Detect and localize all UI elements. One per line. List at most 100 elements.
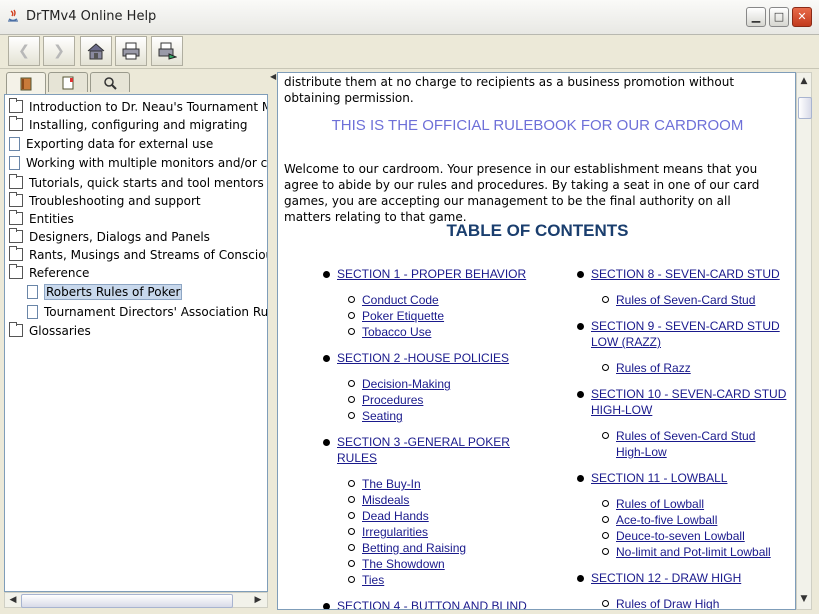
scroll-down-icon[interactable]: ▼ xyxy=(797,593,811,605)
tree-item[interactable]: Rants, Musings and Streams of Consciousn… xyxy=(9,246,267,263)
toc-subsection[interactable]: Ties xyxy=(348,572,384,588)
toc-section[interactable]: SECTION 9 - SEVEN-CARD STUD LOW (RAZZ) xyxy=(577,318,786,350)
toc-subsection[interactable]: Betting and Raising xyxy=(348,540,466,556)
tree-item[interactable]: Working with multiple monitors and/or co… xyxy=(9,154,267,171)
tab-search[interactable] xyxy=(90,72,130,92)
tree-item[interactable]: Installing, configuring and migrating xyxy=(9,116,248,133)
scroll-right-icon[interactable]: ▶ xyxy=(251,594,265,606)
toc-section[interactable]: SECTION 11 - LOWBALL xyxy=(577,470,727,486)
subsection-link[interactable]: Rules of Draw High xyxy=(616,597,719,609)
toc-subsection[interactable]: Misdeals xyxy=(348,492,409,508)
toc-subsection[interactable]: Rules of Seven-Card Stud xyxy=(602,292,755,308)
subsection-link[interactable]: Seating xyxy=(362,409,403,423)
toc-subsection[interactable]: The Buy-In xyxy=(348,476,421,492)
close-button[interactable]: ✕ xyxy=(792,7,812,27)
vertical-scrollbar[interactable]: ▲ ▼ xyxy=(796,72,812,610)
tree-item[interactable]: Entities xyxy=(9,210,74,227)
subsection-link[interactable]: Tobacco Use xyxy=(362,325,431,339)
section-link[interactable]: SECTION 1 - PROPER BEHAVIOR xyxy=(337,267,526,281)
tree-item[interactable]: Glossaries xyxy=(9,322,91,339)
subsection-link[interactable]: Conduct Code xyxy=(362,293,439,307)
scroll-left-icon[interactable]: ◀ xyxy=(6,594,20,606)
toc-subsection[interactable]: Rules of Draw High xyxy=(602,596,719,609)
section-link[interactable]: SECTION 12 - DRAW HIGH xyxy=(591,571,741,585)
toc-section[interactable]: SECTION 8 - SEVEN-CARD STUD xyxy=(577,266,780,282)
tree-item[interactable]: Reference xyxy=(9,264,89,281)
toc-subsection[interactable]: No-limit and Pot-limit Lowball xyxy=(602,544,771,560)
toc-subsection[interactable]: Irregularities xyxy=(348,524,428,540)
section-link[interactable]: SECTION 4 - BUTTON AND BLIND xyxy=(337,599,527,609)
section-link[interactable]: SECTION 3 -GENERAL POKER RULES xyxy=(337,435,510,465)
tree-item[interactable]: Exporting data for external use xyxy=(9,135,213,152)
maximize-button[interactable]: □ xyxy=(769,7,789,27)
toc-subsection[interactable]: Poker Etiquette xyxy=(348,308,444,324)
subsection-link[interactable]: The Buy-In xyxy=(362,477,421,491)
toc-section[interactable]: SECTION 12 - DRAW HIGH xyxy=(577,570,741,586)
subsection-link[interactable]: Ties xyxy=(362,573,384,587)
minimize-button[interactable]: ▁ xyxy=(746,7,766,27)
circle-bullet-icon xyxy=(348,380,355,387)
subsection-link[interactable]: Rules of Seven-Card Stud High-Low xyxy=(616,429,755,459)
toc-subsection[interactable]: Seating xyxy=(348,408,403,424)
folder-icon xyxy=(9,192,23,207)
section-link[interactable]: SECTION 10 - SEVEN-CARD STUD HIGH-LOW xyxy=(591,387,786,417)
tab-index[interactable] xyxy=(48,72,88,92)
section-link[interactable]: SECTION 9 - SEVEN-CARD STUD LOW (RAZZ) xyxy=(591,319,780,349)
tree-item[interactable]: Designers, Dialogs and Panels xyxy=(9,228,210,245)
forward-button[interactable]: ❯ xyxy=(43,36,75,66)
folder-icon xyxy=(9,174,23,189)
toc-subsection[interactable]: Decision-Making xyxy=(348,376,451,392)
tab-contents[interactable] xyxy=(6,72,46,94)
tree-item-label: Roberts Rules of Poker xyxy=(44,283,183,300)
bullet-icon xyxy=(577,575,584,582)
subsection-link[interactable]: Dead Hands xyxy=(362,509,429,523)
toc-subsection[interactable]: Ace-to-five Lowball xyxy=(602,512,717,528)
subsection-link[interactable]: No-limit and Pot-limit Lowball xyxy=(616,545,771,559)
toc-subsection[interactable]: The Showdown xyxy=(348,556,445,572)
scrollbar-thumb[interactable] xyxy=(21,594,233,608)
subsection-link[interactable]: Deuce-to-seven Lowball xyxy=(616,529,745,543)
toc-subsection[interactable]: Rules of Seven-Card Stud High-Low xyxy=(602,428,781,460)
scrollbar-thumb[interactable] xyxy=(798,97,812,119)
subsection-link[interactable]: Ace-to-five Lowball xyxy=(616,513,717,527)
toc-section[interactable]: SECTION 2 -HOUSE POLICIES xyxy=(323,350,509,366)
tree-item[interactable]: Tutorials, quick starts and tool mentors xyxy=(9,174,264,191)
section-link[interactable]: SECTION 2 -HOUSE POLICIES xyxy=(337,351,509,365)
toc-subsection[interactable]: Procedures xyxy=(348,392,423,408)
subsection-link[interactable]: Misdeals xyxy=(362,493,409,507)
subsection-link[interactable]: Betting and Raising xyxy=(362,541,466,555)
back-button[interactable]: ❮ xyxy=(8,36,40,66)
toc-subsection[interactable]: Dead Hands xyxy=(348,508,429,524)
subsection-link[interactable]: Decision-Making xyxy=(362,377,451,391)
toc-subsection[interactable]: Rules of Razz xyxy=(602,360,691,376)
toc-section[interactable]: SECTION 4 - BUTTON AND BLIND xyxy=(323,598,527,609)
toc-section[interactable]: SECTION 10 - SEVEN-CARD STUD HIGH-LOW xyxy=(577,386,791,418)
subsection-link[interactable]: Rules of Seven-Card Stud xyxy=(616,293,755,307)
subsection-link[interactable]: Irregularities xyxy=(362,525,428,539)
pane-splitter[interactable]: ◀ xyxy=(268,72,277,608)
collapse-left-icon[interactable]: ◀ xyxy=(270,72,276,81)
toc-subsection[interactable]: Rules of Lowball xyxy=(602,496,704,512)
subsection-link[interactable]: Rules of Lowball xyxy=(616,497,704,511)
toc-section[interactable]: SECTION 3 -GENERAL POKER RULES xyxy=(323,434,517,466)
page-setup-button[interactable] xyxy=(151,36,183,66)
tree-item-selected[interactable]: Roberts Rules of Poker xyxy=(27,283,183,300)
print-button[interactable] xyxy=(115,36,147,66)
toc-section[interactable]: SECTION 1 - PROPER BEHAVIOR xyxy=(323,266,526,282)
toc-subsection[interactable]: Tobacco Use xyxy=(348,324,431,340)
horizontal-scrollbar[interactable]: ◀ ▶ xyxy=(4,592,268,608)
section-link[interactable]: SECTION 8 - SEVEN-CARD STUD xyxy=(591,267,780,281)
tree-item[interactable]: Introduction to Dr. Neau's Tournament Ma… xyxy=(9,98,267,115)
scroll-up-icon[interactable]: ▲ xyxy=(797,75,811,87)
toc-subsection[interactable]: Deuce-to-seven Lowball xyxy=(602,528,745,544)
subsection-link[interactable]: The Showdown xyxy=(362,557,445,571)
home-button[interactable] xyxy=(80,36,112,66)
subsection-link[interactable]: Procedures xyxy=(362,393,423,407)
tree-item[interactable]: Tournament Directors' Association Rules xyxy=(27,303,267,320)
toc-subsection[interactable]: Conduct Code xyxy=(348,292,439,308)
subsection-link[interactable]: Poker Etiquette xyxy=(362,309,444,323)
subsection-link[interactable]: Rules of Razz xyxy=(616,361,691,375)
circle-bullet-icon xyxy=(602,500,609,507)
section-link[interactable]: SECTION 11 - LOWBALL xyxy=(591,471,727,485)
tree-item[interactable]: Troubleshooting and support xyxy=(9,192,201,209)
